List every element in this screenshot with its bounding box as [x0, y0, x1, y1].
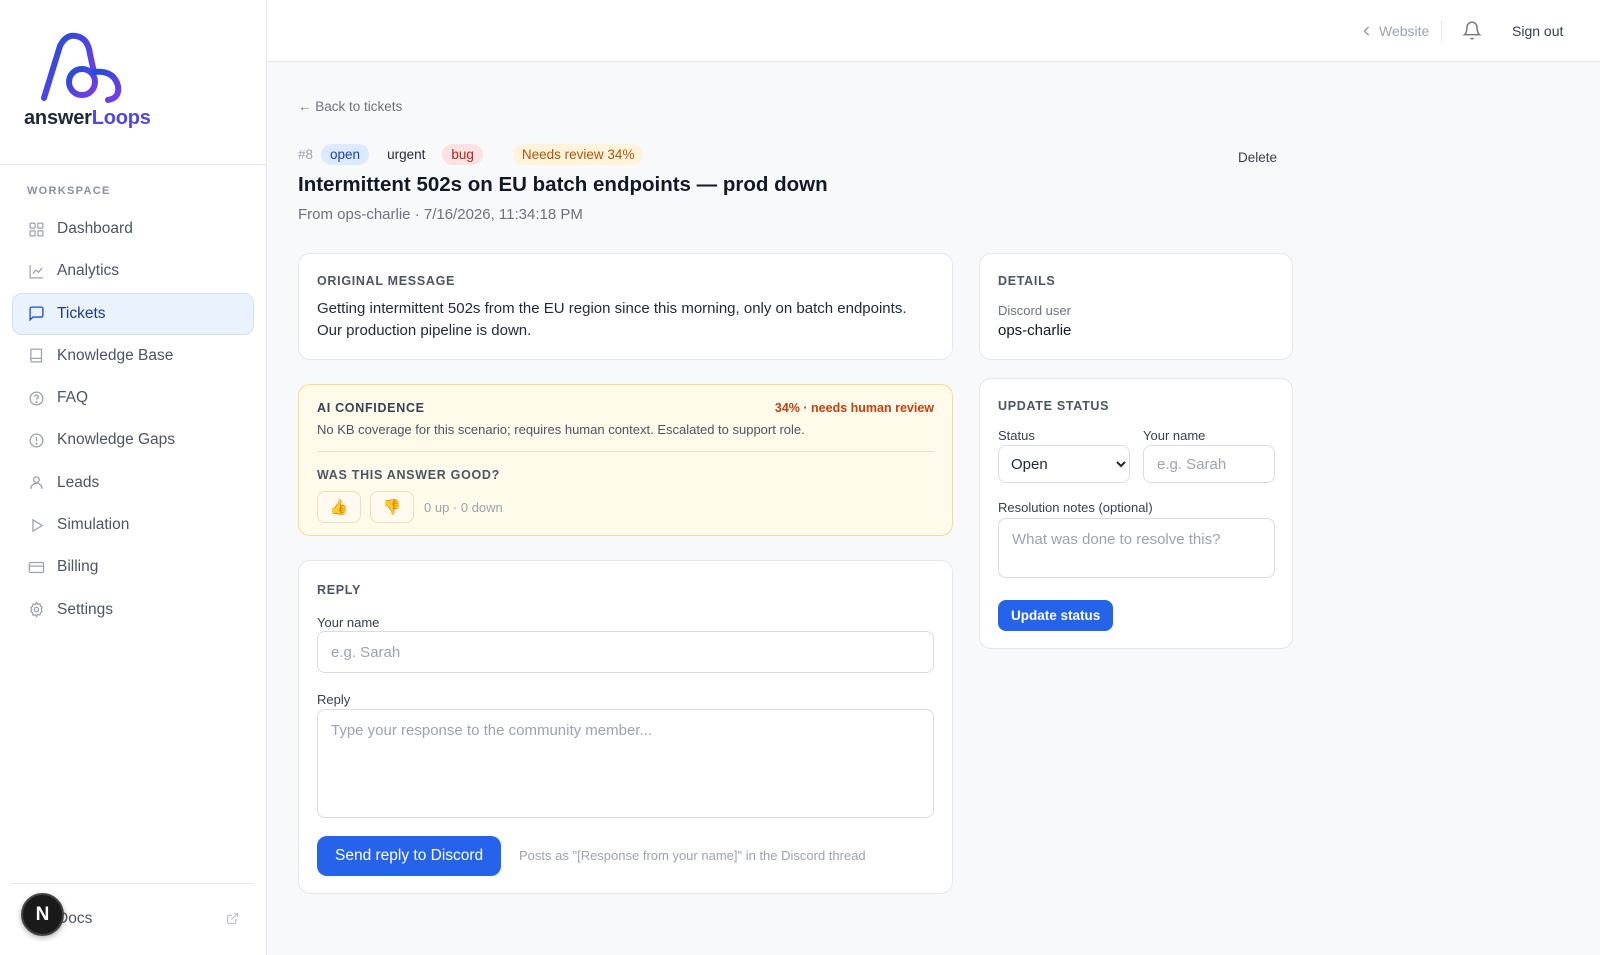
website-link-label: Website — [1379, 23, 1430, 39]
card-label: AI CONFIDENCE — [317, 401, 425, 415]
card-label: ORIGINAL MESSAGE — [317, 274, 456, 288]
topbar-divider — [1441, 20, 1442, 42]
play-icon — [27, 516, 45, 534]
ticket-title: Intermittent 502s on EU batch endpoints … — [298, 173, 828, 196]
sidebar-item-knowledge-base[interactable]: Knowledge Base — [12, 335, 254, 377]
ai-confidence-score: 34% · needs human review — [774, 401, 934, 415]
sidebar-item-label: Analytics — [57, 262, 120, 280]
status-name-label: Your name — [1143, 428, 1206, 443]
original-message-text: Getting intermittent 502s from the EU re… — [317, 300, 907, 339]
chart-line-icon — [27, 262, 45, 280]
website-link[interactable]: Website — [1363, 23, 1429, 39]
sidebar-item-dashboard[interactable]: Dashboard — [12, 208, 254, 250]
sidebar-item-knowledge-gaps[interactable]: Knowledge Gaps — [12, 419, 254, 461]
sidebar-item-leads[interactable]: Leads — [12, 462, 254, 504]
sidebar-item-label: Settings — [57, 600, 114, 618]
sidebar-item-label: Dashboard — [57, 220, 133, 237]
status-badge: open — [321, 144, 370, 165]
discord-user-label: Discord user — [998, 303, 1071, 318]
details-card: DETAILS Discord user ops-charlie — [979, 253, 1293, 360]
reply-text-label: Reply — [317, 692, 351, 707]
logo[interactable]: answerLoops — [0, 0, 267, 165]
priority-badge: urgent — [387, 147, 426, 162]
sidebar-item-faq[interactable]: FAQ — [12, 377, 254, 419]
credit-card-icon — [27, 558, 45, 576]
alert-circle-icon — [27, 431, 45, 449]
message-square-icon — [27, 305, 45, 323]
dev-tools-badge[interactable]: N — [21, 893, 64, 936]
user-icon — [27, 474, 45, 492]
reply-card: REPLY Your name Reply Send reply to Disc… — [298, 560, 953, 894]
sidebar-nav: Dashboard Analytics Tickets Knowledge Ba… — [12, 208, 254, 631]
update-status-card: UPDATE STATUS Status Your name Open Reso… — [979, 378, 1293, 649]
reply-name-input[interactable] — [317, 631, 934, 673]
logo-mark-icon — [41, 32, 122, 103]
discord-user-value: ops-charlie — [998, 322, 1072, 339]
reply-name-label: Your name — [317, 615, 380, 630]
ticket-from: From ops-charlie · 7/16/2026, 11:34:18 P… — [298, 206, 583, 223]
back-to-tickets-link[interactable]: ← Back to tickets — [298, 99, 402, 114]
vote-count: 0 up · 0 down — [424, 500, 503, 515]
sidebar-item-label: FAQ — [57, 389, 89, 407]
logo-text: answerLoops — [24, 107, 151, 130]
sidebar-item-tickets[interactable]: Tickets — [12, 292, 254, 335]
ai-confidence-card: AI CONFIDENCE 34% · needs human review N… — [298, 384, 953, 536]
status-select[interactable]: Open — [998, 445, 1130, 483]
grid-icon — [27, 220, 45, 238]
type-badge: bug — [442, 144, 483, 165]
send-reply-button[interactable]: Send reply to Discord — [317, 836, 502, 876]
logo-text-part1: answer — [24, 107, 92, 129]
sidebar: answerLoops WORKSPACE Dashboard Analytic… — [0, 0, 267, 955]
sign-out-button[interactable]: Sign out — [1512, 23, 1563, 39]
bell-icon[interactable] — [1462, 20, 1482, 41]
update-status-button[interactable]: Update status — [998, 600, 1114, 631]
gear-icon — [27, 601, 45, 619]
topbar: Website Sign out — [267, 0, 1600, 62]
ticket-meta-row: #8 open urgent bug Needs review 34% — [298, 144, 651, 165]
logo-text-part2: Loops — [91, 107, 151, 129]
thumbs-down-button[interactable]: 👎 — [370, 491, 414, 523]
sidebar-item-label: Knowledge Gaps — [57, 431, 176, 449]
sidebar-item-analytics[interactable]: Analytics — [12, 250, 254, 292]
card-label: DETAILS — [998, 274, 1056, 288]
ticket-number: #8 — [298, 147, 314, 162]
status-select-label: Status — [998, 428, 1035, 443]
feedback-question: WAS THIS ANSWER GOOD? — [317, 468, 500, 482]
status-name-input[interactable] — [1143, 445, 1275, 483]
resolution-notes-label: Resolution notes (optional) — [998, 500, 1153, 515]
ai-confidence-note: No KB coverage for this scenario; requir… — [317, 422, 805, 437]
card-label: REPLY — [317, 583, 362, 597]
sidebar-item-simulation[interactable]: Simulation — [12, 504, 254, 546]
sidebar-item-label: Simulation — [57, 516, 130, 534]
sidebar-item-label: Knowledge Base — [57, 346, 174, 364]
sidebar-item-settings[interactable]: Settings — [12, 589, 254, 631]
workspace-section-label: WORKSPACE — [27, 185, 111, 197]
review-badge: Needs review 34% — [512, 144, 644, 165]
reply-textarea[interactable] — [317, 709, 934, 818]
original-message-card: ORIGINAL MESSAGE Getting intermittent 50… — [298, 253, 953, 360]
book-icon — [27, 347, 45, 365]
sidebar-item-label: Tickets — [57, 304, 106, 322]
delete-button[interactable]: Delete — [1238, 150, 1277, 165]
sidebar-item-billing[interactable]: Billing — [12, 546, 254, 588]
resolution-notes-textarea[interactable] — [998, 518, 1275, 578]
help-circle-icon — [27, 389, 45, 407]
external-link-icon[interactable] — [226, 912, 239, 925]
card-label: UPDATE STATUS — [998, 399, 1110, 413]
thumbs-up-button[interactable]: 👍 — [317, 491, 361, 523]
divider — [317, 451, 934, 452]
chevron-left-icon — [1363, 26, 1371, 36]
send-reply-hint: Posts as "[Response from your name]" in … — [519, 848, 866, 863]
sidebar-item-label: Leads — [57, 473, 100, 491]
sidebar-item-label: Billing — [57, 558, 99, 576]
